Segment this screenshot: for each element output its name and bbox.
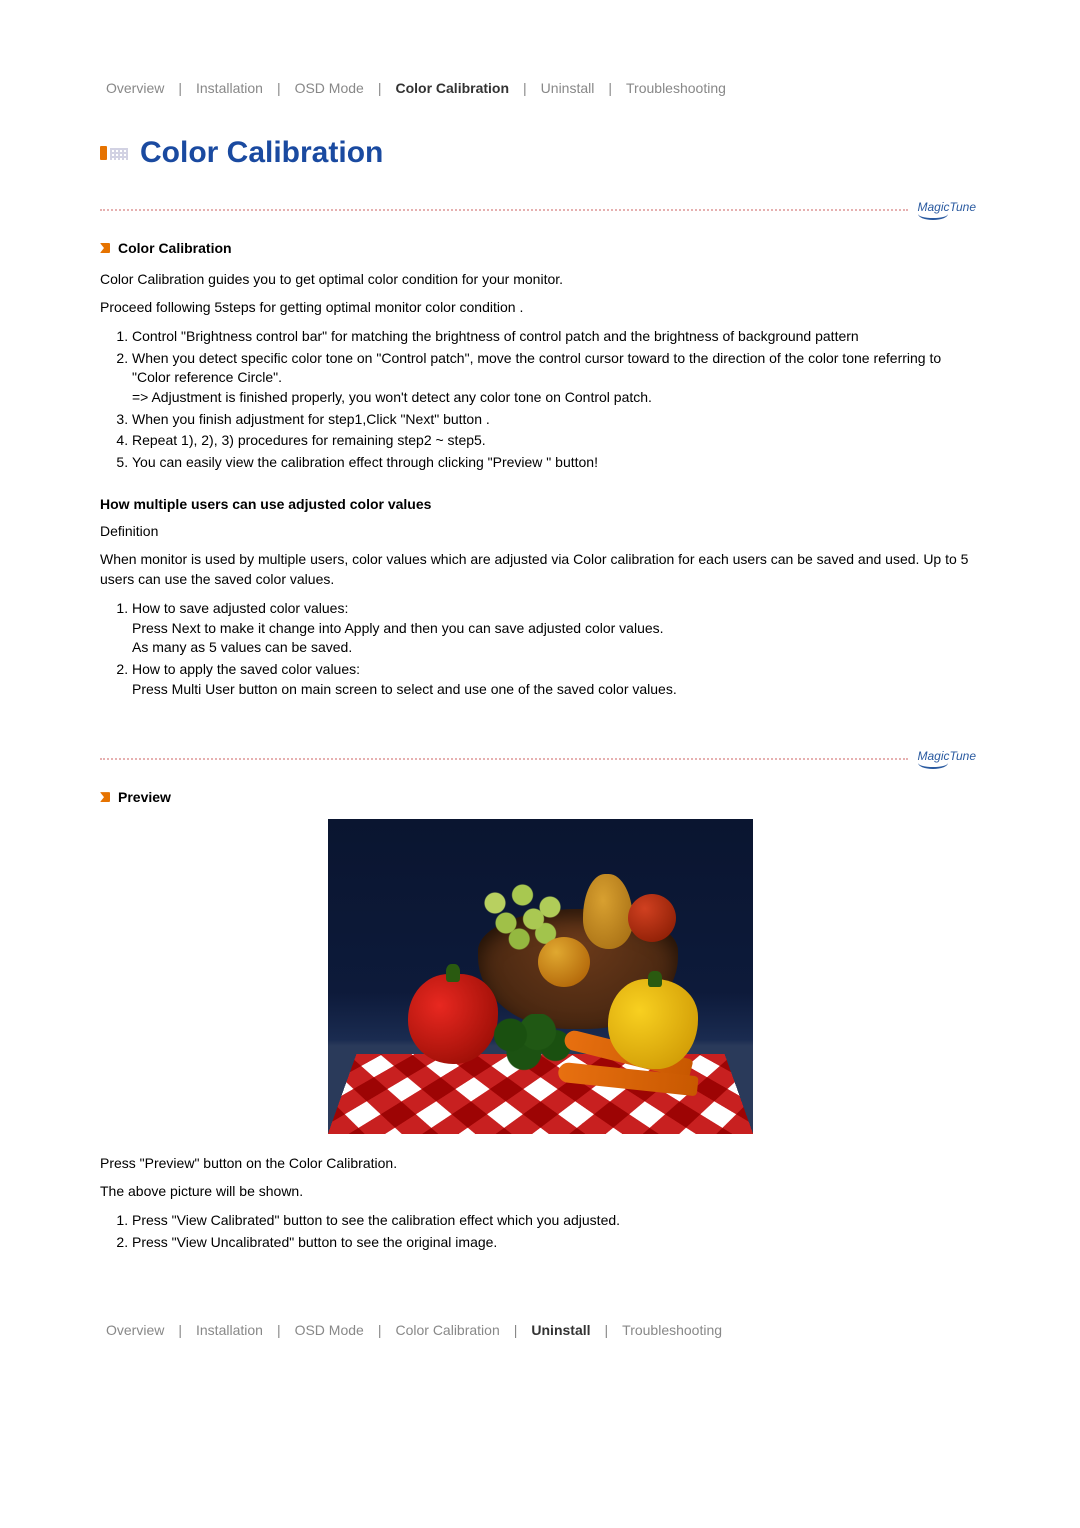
page-title: Color Calibration: [140, 136, 383, 170]
nav-item-uninstall[interactable]: Uninstall: [535, 80, 601, 96]
bottom-nav: Overview | Installation | OSD Mode | Color Cal…: [100, 1322, 980, 1338]
title-icon: [100, 142, 128, 164]
nav-separator: |: [523, 80, 527, 96]
list-item: Press "View Calibrated" button to see th…: [132, 1211, 980, 1231]
nav-separator: |: [608, 80, 612, 96]
cc-steps-a: Control "Brightness control bar" for mat…: [132, 327, 980, 472]
nav-separator: |: [514, 1322, 518, 1338]
nav-item-troubleshooting[interactable]: Troubleshooting: [620, 80, 732, 96]
divider-top: MagicTune: [100, 200, 980, 220]
nav-item-troubleshooting[interactable]: Troubleshooting: [616, 1322, 728, 1338]
nav-separator: |: [178, 1322, 182, 1338]
nav-item-overview[interactable]: Overview: [100, 80, 170, 96]
nav-separator: |: [378, 1322, 382, 1338]
cc-intro-1: Color Calibration guides you to get opti…: [100, 270, 980, 290]
nav-item-color-calibration[interactable]: Color Calibration: [389, 80, 515, 96]
definition-body: When monitor is used by multiple users, …: [100, 550, 980, 589]
cc-steps-b: How to save adjusted color values: Press…: [132, 599, 980, 699]
nav-item-installation[interactable]: Installation: [190, 1322, 269, 1338]
nav-item-osd-mode[interactable]: OSD Mode: [289, 1322, 370, 1338]
section-heading-preview: Preview: [100, 789, 980, 805]
list-item: Control "Brightness control bar" for mat…: [132, 327, 980, 347]
divider-mid: MagicTune: [100, 749, 980, 769]
nav-item-color-calibration[interactable]: Color Calibration: [389, 1322, 505, 1338]
list-item: How to save adjusted color values: Press…: [132, 599, 980, 658]
list-item: Press "View Uncalibrated" button to see …: [132, 1233, 980, 1253]
preview-image: [328, 819, 753, 1134]
definition-label: Definition: [100, 522, 980, 542]
section-heading-label: Preview: [118, 789, 171, 805]
magictune-logo: MagicTune: [918, 200, 980, 220]
section-bullet-icon: [100, 792, 110, 802]
nav-separator: |: [605, 1322, 609, 1338]
list-item: Repeat 1), 2), 3) procedures for remaini…: [132, 431, 980, 451]
title-row: Color Calibration: [100, 136, 980, 170]
section-heading-label: Color Calibration: [118, 240, 232, 256]
list-item: When you detect specific color tone on "…: [132, 349, 980, 408]
list-item: When you finish adjustment for step1,Cli…: [132, 410, 980, 430]
nav-separator: |: [277, 80, 281, 96]
magictune-logo: MagicTune: [918, 749, 980, 769]
list-item: How to apply the saved color values: Pre…: [132, 660, 980, 699]
nav-separator: |: [178, 80, 182, 96]
preview-after-1: Press "Preview" button on the Color Cali…: [100, 1154, 980, 1174]
list-item: You can easily view the calibration effe…: [132, 453, 980, 473]
preview-steps: Press "View Calibrated" button to see th…: [132, 1211, 980, 1252]
nav-item-osd-mode[interactable]: OSD Mode: [289, 80, 370, 96]
nav-item-uninstall[interactable]: Uninstall: [525, 1322, 596, 1338]
nav-separator: |: [277, 1322, 281, 1338]
nav-item-overview[interactable]: Overview: [100, 1322, 170, 1338]
section-heading-cc: Color Calibration: [100, 240, 980, 256]
top-nav: Overview | Installation | OSD Mode | Color Cal…: [100, 80, 980, 96]
preview-after-2: The above picture will be shown.: [100, 1182, 980, 1202]
dotted-line: [100, 209, 908, 211]
cc-intro-2: Proceed following 5steps for getting opt…: [100, 298, 980, 318]
nav-item-installation[interactable]: Installation: [190, 80, 269, 96]
nav-separator: |: [378, 80, 382, 96]
dotted-line: [100, 758, 908, 760]
cc-subheading: How multiple users can use adjusted colo…: [100, 496, 980, 512]
section-bullet-icon: [100, 243, 110, 253]
